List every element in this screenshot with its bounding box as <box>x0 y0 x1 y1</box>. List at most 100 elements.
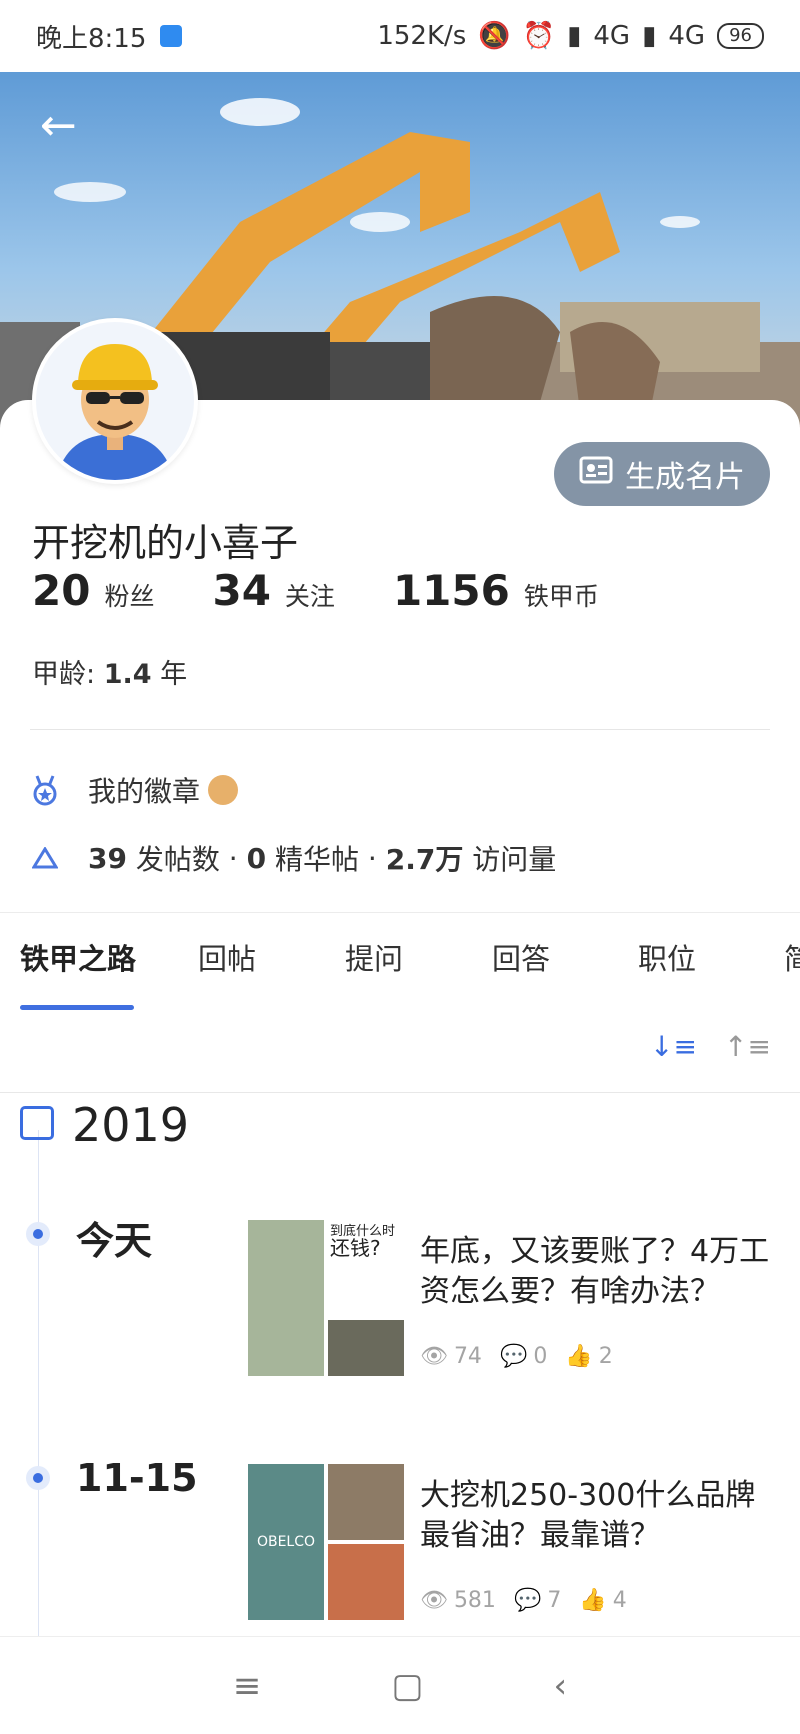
thumbnail-person <box>328 1320 404 1376</box>
comments-stat: 💬 7 <box>514 1588 561 1613</box>
status-time: 晚上8:15 <box>36 23 147 54</box>
timeline-dot <box>26 1222 50 1246</box>
coins-label: 铁甲币 <box>523 582 599 611</box>
comments-stat: 💬 0 <box>500 1344 547 1369</box>
thumbnail-text: 到底什么时 还钱? <box>328 1220 404 1316</box>
signal-icon-2: ▮ <box>642 21 657 51</box>
battery-indicator: 96 <box>717 23 764 49</box>
post-meta: 👁 581 💬 7 👍 4 <box>420 1588 627 1613</box>
thumbnail-site <box>328 1464 404 1540</box>
divider <box>0 1092 800 1093</box>
comments-count: 0 <box>533 1344 548 1369</box>
thumbnail-machine <box>328 1544 404 1620</box>
coins-stat[interactable]: 1156 铁甲币 <box>393 566 599 615</box>
tab-jobs[interactable]: 职位 <box>638 936 696 978</box>
section-divider <box>0 912 800 913</box>
eye-icon: 👁 <box>420 1588 448 1613</box>
views-count: 74 <box>453 1344 482 1369</box>
likes-count: 4 <box>612 1588 627 1613</box>
likes-count: 2 <box>598 1344 613 1369</box>
menu-icon[interactable]: ≡ <box>233 1666 262 1706</box>
following-stat[interactable]: 34 关注 <box>212 566 334 615</box>
age-label: 甲龄: <box>32 659 96 690</box>
user-name: 开挖机的小喜子 <box>32 521 299 565</box>
post-meta: 👁 74 💬 0 👍 2 <box>420 1344 613 1369</box>
network-speed: 152K/s <box>377 21 467 51</box>
timeline-year: 2019 <box>72 1098 190 1152</box>
signal-icon: ▮ <box>567 21 582 51</box>
tab-questions[interactable]: 提问 <box>345 936 403 978</box>
profile-stats: 20 粉丝 34 关注 1156 铁甲币 <box>32 566 657 615</box>
home-icon[interactable]: ▢ <box>391 1666 423 1706</box>
views-stat: 👁 581 <box>420 1588 496 1613</box>
featured-count: 0 <box>246 841 267 875</box>
eye-icon: 👁 <box>420 1344 448 1369</box>
post-title[interactable]: 年底，又该要账了？4万工资怎么要？有啥办法？ <box>420 1232 780 1312</box>
medal-icon <box>30 774 60 806</box>
featured-label: 精华帖 <box>275 843 360 876</box>
thumbnail-caption-2: 还钱? <box>330 1236 381 1260</box>
sort-descending-icon[interactable]: ↓≡ <box>650 1030 697 1063</box>
tab-road[interactable]: 铁甲之路 <box>20 936 136 978</box>
thumbnail-excavator: OBELCO <box>248 1464 324 1620</box>
badge-icon <box>208 775 239 805</box>
fans-count: 20 <box>32 566 91 615</box>
network-type-2: 4G <box>668 21 706 51</box>
member-age: 甲龄: 1.4 年 <box>32 652 187 691</box>
visits-count: 2.7万 <box>385 843 464 876</box>
my-badges-row[interactable]: 我的徽章 <box>30 770 239 810</box>
post-stats-row: 39 发帖数 · 0 精华帖 · 2.7万 访问量 <box>30 838 556 878</box>
comment-icon: 💬 <box>499 1344 528 1369</box>
profile-tabs: 铁甲之路 回帖 提问 回答 职位 简 <box>0 936 800 1016</box>
visits-label: 访问量 <box>472 843 557 876</box>
system-nav-bar: ≡ ▢ ‹ <box>0 1636 800 1734</box>
sort-ascending-icon[interactable]: ↑≡ <box>724 1030 771 1063</box>
worker-avatar-icon <box>56 344 174 480</box>
back-arrow-icon[interactable]: ← <box>40 104 77 148</box>
calendar-icon <box>20 1106 54 1140</box>
back-icon[interactable]: ‹ <box>554 1666 568 1706</box>
divider <box>30 729 770 730</box>
posts-count: 39 <box>88 841 127 875</box>
active-tab-underline <box>20 1005 134 1010</box>
comments-count: 7 <box>547 1588 562 1613</box>
comment-icon: 💬 <box>513 1588 542 1613</box>
mute-icon: 🔕 <box>478 21 511 51</box>
thumbs-up-icon: 👍 <box>565 1344 593 1369</box>
alarm-icon: ⏰ <box>522 21 556 51</box>
age-unit: 年 <box>160 659 188 690</box>
timeline-line <box>38 1130 39 1650</box>
post-date: 11-15 <box>76 1456 198 1500</box>
stat-separator: · <box>228 841 238 875</box>
thumbnail-money <box>248 1220 324 1376</box>
avatar[interactable] <box>32 318 198 484</box>
likes-stat: 👍 4 <box>579 1588 626 1613</box>
likes-stat: 👍 2 <box>565 1344 612 1369</box>
post-title[interactable]: 大挖机250-300什么品牌最省油？最靠谱？ <box>420 1476 780 1556</box>
id-card-icon <box>579 456 613 492</box>
fans-label: 粉丝 <box>104 582 155 611</box>
views-count: 581 <box>453 1588 496 1613</box>
post-date: 今天 <box>76 1219 153 1263</box>
posts-label: 发帖数 <box>135 843 220 876</box>
post-thumbnails[interactable]: OBELCO <box>248 1464 404 1620</box>
age-value: 1.4 <box>103 659 152 690</box>
following-count: 34 <box>212 566 271 615</box>
generate-card-button[interactable]: 生成名片 <box>554 442 770 506</box>
thumbnail-brand: OBELCO <box>256 1534 316 1550</box>
stat-separator: · <box>367 841 377 875</box>
my-badges-label: 我的徽章 <box>88 775 201 808</box>
network-type-1: 4G <box>593 21 631 51</box>
app-notification-icon <box>160 25 183 47</box>
tab-more[interactable]: 简 <box>784 936 800 978</box>
thumbs-up-icon: 👍 <box>579 1588 607 1613</box>
coins-count: 1156 <box>392 566 510 615</box>
status-bar: 晚上8:15 152K/s 🔕 ⏰ ▮ 4G ▮ 4G 96 <box>0 0 800 72</box>
following-label: 关注 <box>284 582 335 611</box>
fans-stat[interactable]: 20 粉丝 <box>32 566 154 615</box>
tab-answers[interactable]: 回答 <box>492 936 550 978</box>
post-thumbnails[interactable]: 到底什么时 还钱? <box>248 1220 404 1376</box>
views-stat: 👁 74 <box>420 1344 482 1369</box>
timeline-dot <box>26 1466 50 1490</box>
tab-replies[interactable]: 回帖 <box>198 936 256 978</box>
